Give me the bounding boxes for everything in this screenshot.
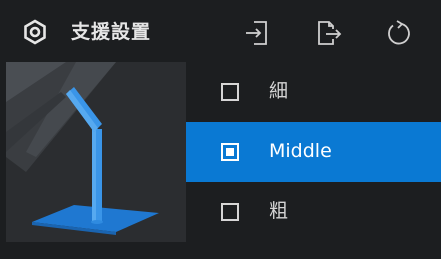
option-label: Middle [269,140,332,162]
support-settings-panel: 支援設置 細 Middle 粗 [0,0,441,259]
export-icon [313,18,343,48]
import-button[interactable] [242,18,272,48]
checkbox-icon [221,203,239,221]
checkbox-checked-icon [221,143,239,161]
reset-icon [383,18,413,48]
import-icon [242,18,272,48]
support-preview-image [6,62,186,242]
option-label: 細 [269,80,289,102]
option-thick[interactable]: 粗 [186,182,441,242]
option-label: 粗 [269,200,289,222]
export-button[interactable] [313,18,343,48]
panel-header: 支援設置 [0,0,441,62]
option-thin[interactable]: 細 [186,62,441,122]
thickness-options: 細 Middle 粗 [186,62,441,242]
bottom-strip [0,242,441,259]
checkbox-icon [221,83,239,101]
reset-button[interactable] [383,18,413,48]
panel-title: 支援設置 [71,21,152,43]
option-middle[interactable]: Middle [186,122,441,182]
hexagon-settings-icon [22,19,48,45]
